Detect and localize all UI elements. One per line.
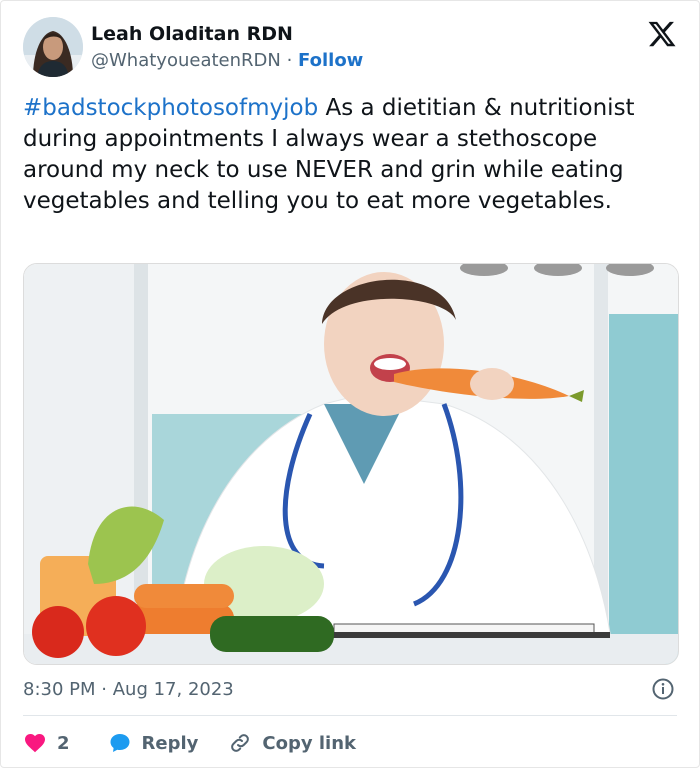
reply-label: Reply <box>141 732 199 754</box>
divider <box>23 715 677 716</box>
author-handle[interactable]: @WhatyoueatenRDN <box>91 50 281 71</box>
tweet-photo[interactable] <box>23 263 679 665</box>
tweet-card: Leah Oladitan RDN @WhatyoueatenRDN · Fol… <box>0 0 700 768</box>
reply-button[interactable]: Reply <box>108 731 199 755</box>
info-icon[interactable] <box>651 677 675 701</box>
handle-separator: · <box>286 50 293 71</box>
action-bar: 2 Reply Copy link <box>23 729 356 757</box>
hashtag-link[interactable]: #badstockphotosofmyjob <box>23 95 318 121</box>
avatar-image <box>23 17 83 77</box>
follow-button[interactable]: Follow <box>298 50 363 71</box>
like-button[interactable]: 2 <box>23 731 70 755</box>
link-icon <box>231 734 250 752</box>
tweet-timestamp[interactable]: 8:30 PM · Aug 17, 2023 <box>23 679 234 700</box>
heart-icon <box>25 734 45 753</box>
tweet-date: Aug 17, 2023 <box>112 679 234 700</box>
tweet-time: 8:30 PM <box>23 679 96 700</box>
stock-photo-image <box>24 264 678 664</box>
copy-link-button[interactable]: Copy link <box>228 731 356 755</box>
copy-link-label: Copy link <box>262 732 356 754</box>
like-count: 2 <box>57 732 70 754</box>
author-name[interactable]: Leah Oladitan RDN <box>91 23 293 45</box>
avatar[interactable] <box>23 17 83 77</box>
author-handle-row: @WhatyoueatenRDN · Follow <box>91 50 363 71</box>
x-logo-icon[interactable] <box>647 19 677 49</box>
tweet-text: #badstockphotosofmyjob As a dietitian & … <box>23 93 683 217</box>
reply-bubble-icon <box>110 734 130 752</box>
timestamp-separator: · <box>101 679 107 700</box>
